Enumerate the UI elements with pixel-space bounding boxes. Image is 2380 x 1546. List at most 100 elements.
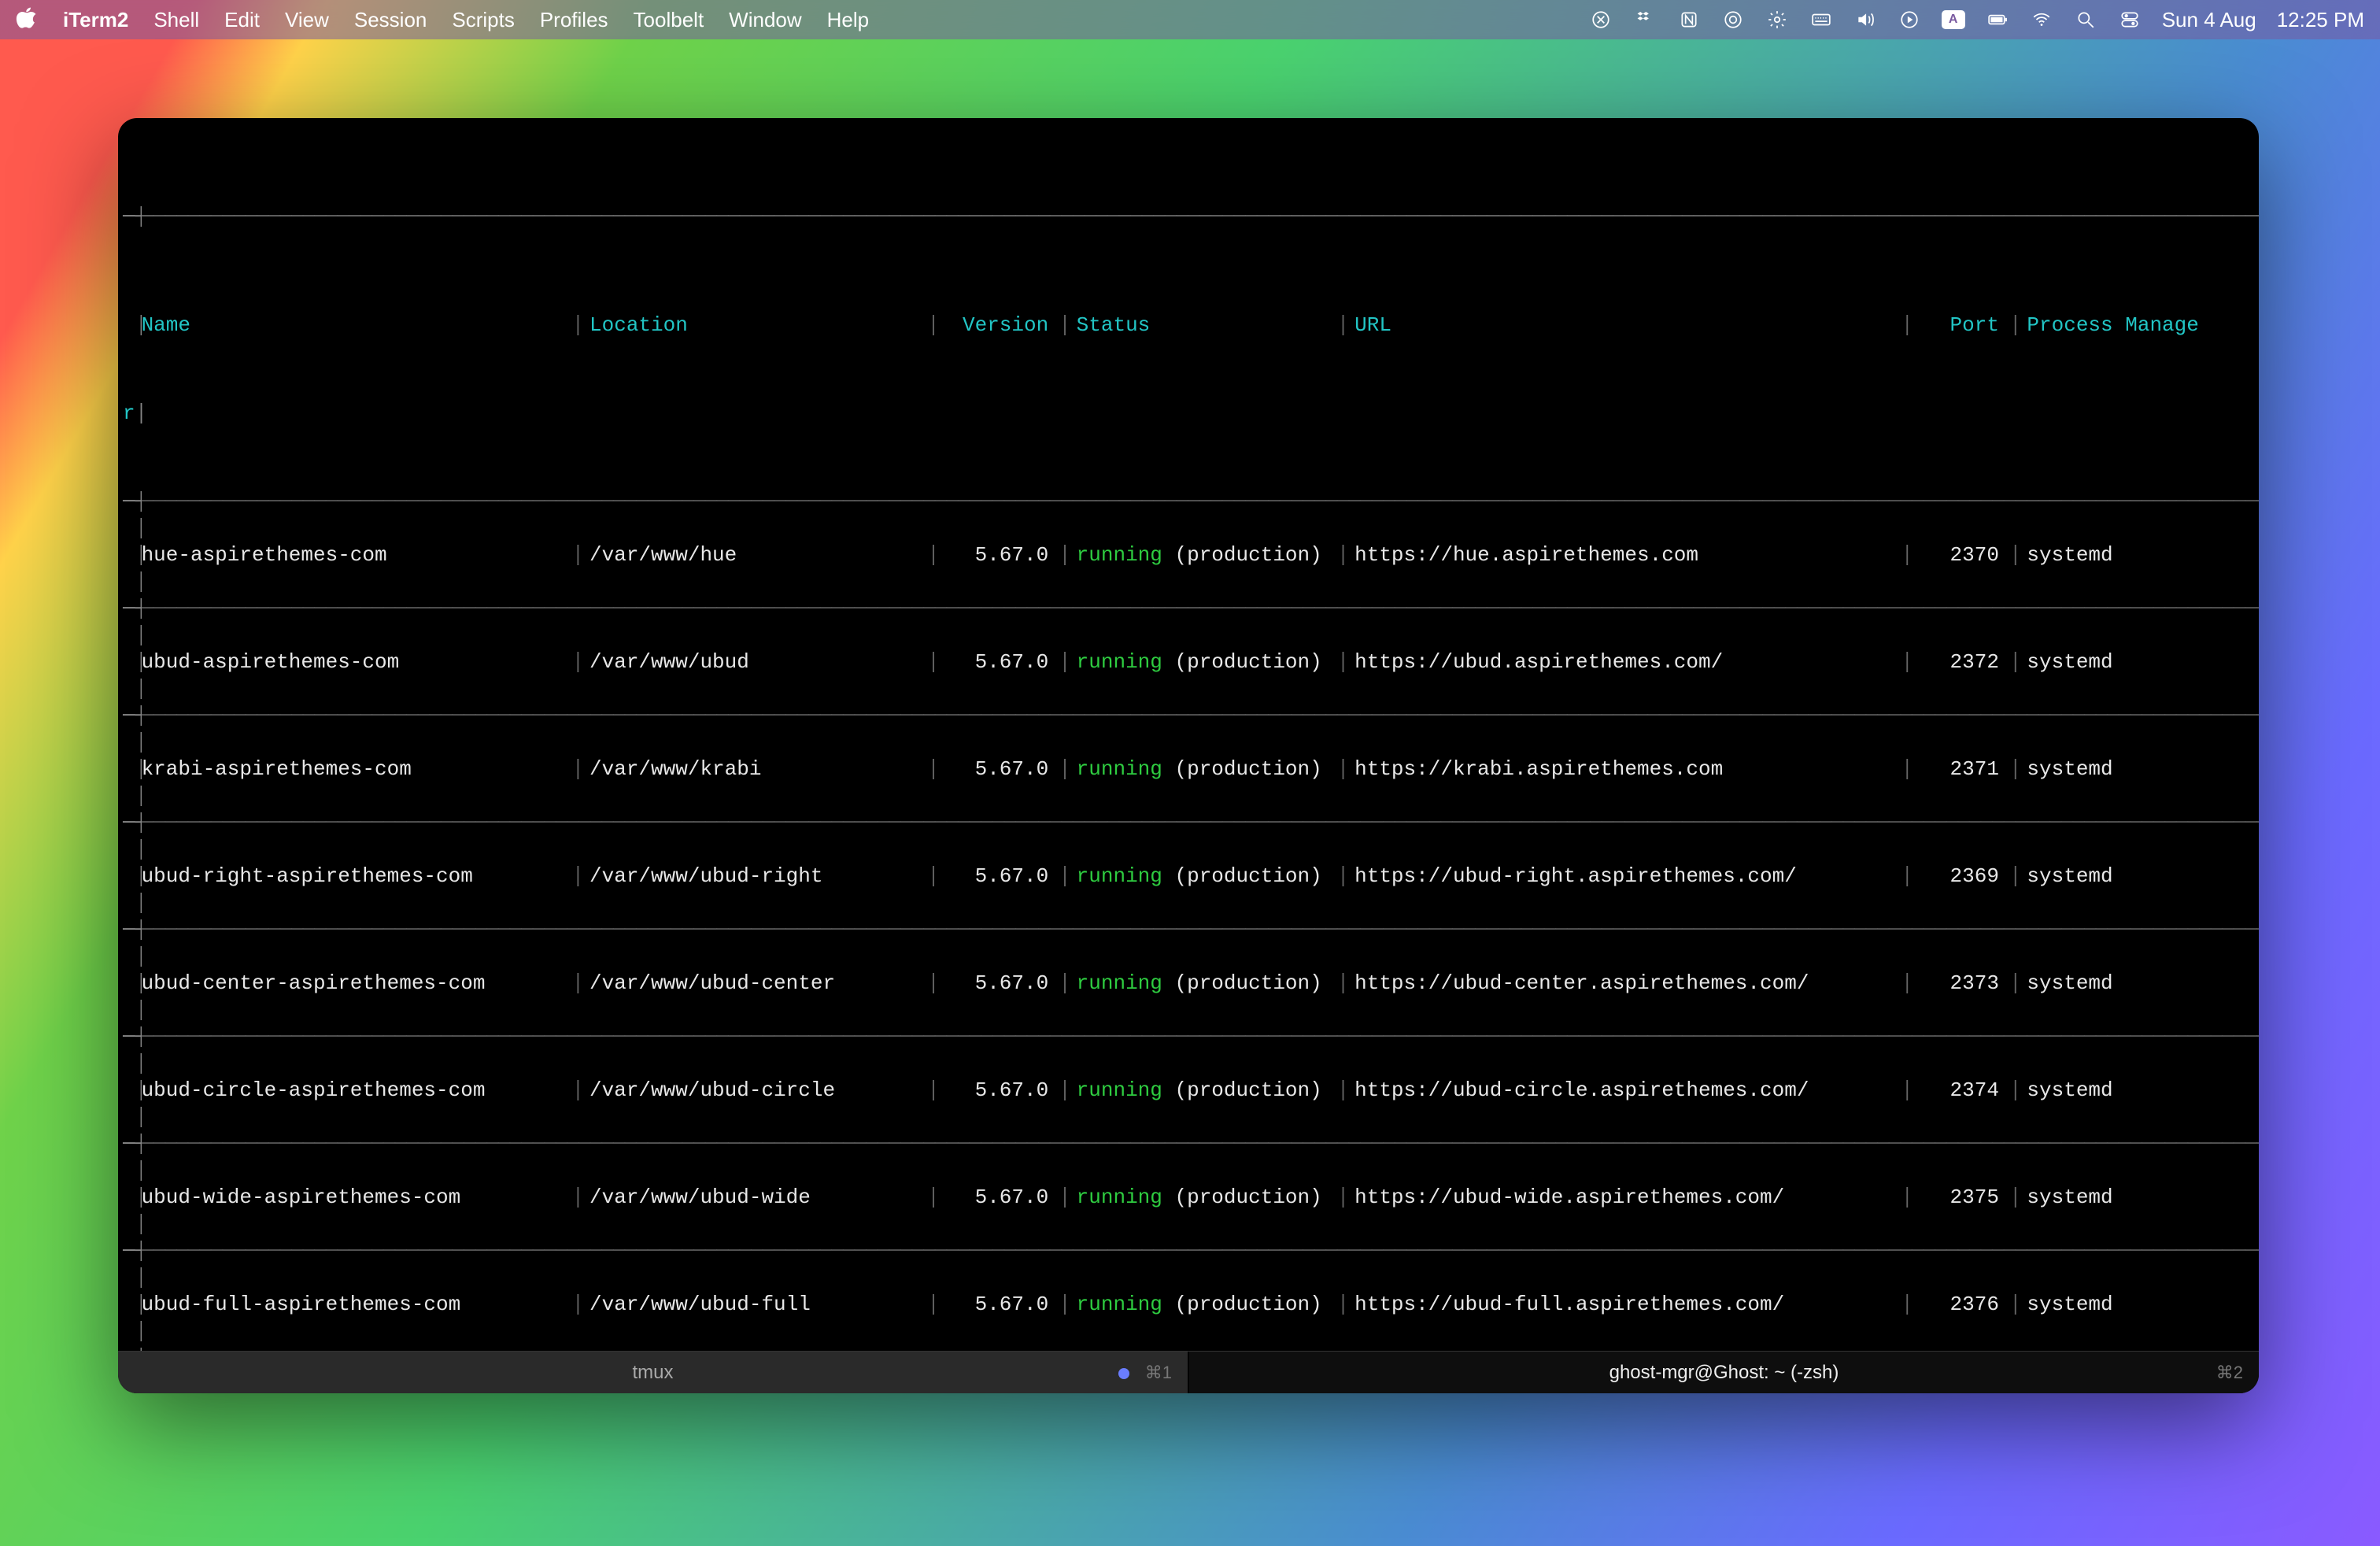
cell-location: /var/www/ubud-circle <box>589 1080 922 1100</box>
cell-port: 2372 <box>1919 652 2004 672</box>
cell-version: 5.67.0 <box>945 1080 1054 1100</box>
cell-location: /var/www/ubud-right <box>589 866 922 886</box>
cell-port: 2374 <box>1919 1080 2004 1100</box>
table-row: │ubud-right-aspirethemes-com│/var/www/ub… <box>118 863 2259 890</box>
cell-version: 5.67.0 <box>945 545 1054 565</box>
dropbox-icon[interactable] <box>1633 8 1657 31</box>
cell-version: 5.67.0 <box>945 1294 1054 1315</box>
cell-process-manager: systemd <box>2027 759 2259 779</box>
cell-process-manager: systemd <box>2027 973 2259 993</box>
tab-label: tmux <box>632 1362 673 1384</box>
cell-version: 5.67.0 <box>945 652 1054 672</box>
table-row: │ubud-full-aspirethemes-com│/var/www/ubu… <box>118 1291 2259 1318</box>
col-header-port: Port <box>1919 315 2004 335</box>
cell-location: /var/www/ubud-center <box>589 973 922 993</box>
chatgpt-icon[interactable] <box>1589 8 1613 31</box>
menu-session[interactable]: Session <box>354 8 427 32</box>
cell-location: /var/www/ubud <box>589 652 922 672</box>
col-header-url: URL <box>1354 315 1895 335</box>
notion-icon[interactable] <box>1677 8 1701 31</box>
cell-location: /var/www/ubud-full <box>589 1294 922 1315</box>
col-header-status: Status <box>1077 315 1332 335</box>
cell-process-manager: systemd <box>2027 1294 2259 1315</box>
terminal-window: ─┼ ─────────────────────────────────────… <box>118 118 2259 1393</box>
cell-version: 5.67.0 <box>945 759 1054 779</box>
keyboard-icon[interactable] <box>1809 8 1833 31</box>
table-row: │krabi-aspirethemes-com│/var/www/krabi│5… <box>118 756 2259 782</box>
tab-label: ghost-mgr@Ghost: ~ (-zsh) <box>1609 1362 1839 1384</box>
cell-url: https://ubud.aspirethemes.com/ <box>1354 652 1895 672</box>
cell-status: running (production) <box>1077 1080 1332 1100</box>
menu-window[interactable]: Window <box>729 8 801 32</box>
cell-port: 2370 <box>1919 545 2004 565</box>
cell-url: https://ubud-wide.aspirethemes.com/ <box>1354 1187 1895 1208</box>
cell-url: https://hue.aspirethemes.com <box>1354 545 1895 565</box>
cell-name: hue-aspirethemes-com <box>142 545 567 565</box>
menu-help[interactable]: Help <box>827 8 869 32</box>
macos-menubar: iTerm2 Shell Edit View Session Scripts P… <box>0 0 2380 39</box>
menu-toolbelt[interactable]: Toolbelt <box>634 8 704 32</box>
terminal-tab-bar: tmux ⌘1 ghost-mgr@Ghost: ~ (-zsh) ⌘2 <box>118 1351 2259 1393</box>
table-row: │ubud-wide-aspirethemes-com│/var/www/ubu… <box>118 1184 2259 1211</box>
cell-version: 5.67.0 <box>945 973 1054 993</box>
cell-port: 2369 <box>1919 866 2004 886</box>
menubar-app-name[interactable]: iTerm2 <box>63 8 128 32</box>
cell-location: /var/www/krabi <box>589 759 922 779</box>
cell-port: 2373 <box>1919 973 2004 993</box>
col-header-location: Location <box>589 315 922 335</box>
menubar-clock[interactable]: 12:25 PM <box>2277 8 2364 32</box>
cell-name: ubud-right-aspirethemes-com <box>142 866 567 886</box>
cell-name: krabi-aspirethemes-com <box>142 759 567 779</box>
battery-icon[interactable] <box>1986 8 2009 31</box>
tab-ghost-mgr[interactable]: ghost-mgr@Ghost: ~ (-zsh) ⌘2 <box>1189 1352 2259 1393</box>
table-row: │ubud-circle-aspirethemes-com│/var/www/u… <box>118 1077 2259 1104</box>
cell-process-manager: systemd <box>2027 1187 2259 1208</box>
apple-logo-icon[interactable] <box>16 6 38 34</box>
table-row: │hue-aspirethemes-com│/var/www/hue│5.67.… <box>118 542 2259 568</box>
cell-url: https://ubud-circle.aspirethemes.com/ <box>1354 1080 1895 1100</box>
table-header-row: │ Name │ Location │ Version │ Status │ U… <box>118 312 2259 338</box>
cell-process-manager: systemd <box>2027 652 2259 672</box>
table-row: │ubud-center-aspirethemes-com│/var/www/u… <box>118 970 2259 997</box>
col-header-version: Version <box>945 315 1054 335</box>
play-circle-icon[interactable] <box>1898 8 1921 31</box>
tab-shortcut: ⌘2 <box>2216 1363 2243 1383</box>
terminal-output[interactable]: ─┼ ─────────────────────────────────────… <box>118 118 2259 1351</box>
menu-profiles[interactable]: Profiles <box>540 8 608 32</box>
cell-version: 5.67.0 <box>945 1187 1054 1208</box>
cell-name: ubud-wide-aspirethemes-com <box>142 1187 567 1208</box>
cell-name: ubud-aspirethemes-com <box>142 652 567 672</box>
cell-status: running (production) <box>1077 1187 1332 1208</box>
tab-tmux[interactable]: tmux ⌘1 <box>118 1352 1188 1393</box>
cell-status: running (production) <box>1077 1294 1332 1315</box>
col-header-process-manager: Process Manage <box>2027 315 2259 335</box>
menu-view[interactable]: View <box>285 8 329 32</box>
brightness-icon[interactable] <box>1765 8 1789 31</box>
col-header-name: Name <box>142 315 567 335</box>
menu-shell[interactable]: Shell <box>153 8 199 32</box>
col-header-wrap: r <box>118 403 135 423</box>
volume-icon[interactable] <box>1853 8 1877 31</box>
menu-edit[interactable]: Edit <box>224 8 260 32</box>
input-source-indicator[interactable]: A <box>1942 10 1965 29</box>
cell-process-manager: systemd <box>2027 866 2259 886</box>
spotlight-search-icon[interactable] <box>2074 8 2097 31</box>
cell-port: 2371 <box>1919 759 2004 779</box>
cell-url: https://ubud-center.aspirethemes.com/ <box>1354 973 1895 993</box>
cell-url: https://ubud-right.aspirethemes.com/ <box>1354 866 1895 886</box>
cell-url: https://ubud-full.aspirethemes.com/ <box>1354 1294 1895 1315</box>
cell-status: running (production) <box>1077 973 1332 993</box>
cell-status: running (production) <box>1077 652 1332 672</box>
cell-name: ubud-center-aspirethemes-com <box>142 973 567 993</box>
target-icon[interactable] <box>1721 8 1745 31</box>
cell-process-manager: systemd <box>2027 545 2259 565</box>
wifi-icon[interactable] <box>2030 8 2053 31</box>
cell-port: 2376 <box>1919 1294 2004 1315</box>
table-row: │ubud-aspirethemes-com│/var/www/ubud│5.6… <box>118 649 2259 675</box>
cell-process-manager: systemd <box>2027 1080 2259 1100</box>
cell-port: 2375 <box>1919 1187 2004 1208</box>
tab-shortcut: ⌘1 <box>1118 1363 1172 1383</box>
menu-scripts[interactable]: Scripts <box>452 8 514 32</box>
menubar-date[interactable]: Sun 4 Aug <box>2162 8 2256 32</box>
control-center-icon[interactable] <box>2118 8 2142 31</box>
